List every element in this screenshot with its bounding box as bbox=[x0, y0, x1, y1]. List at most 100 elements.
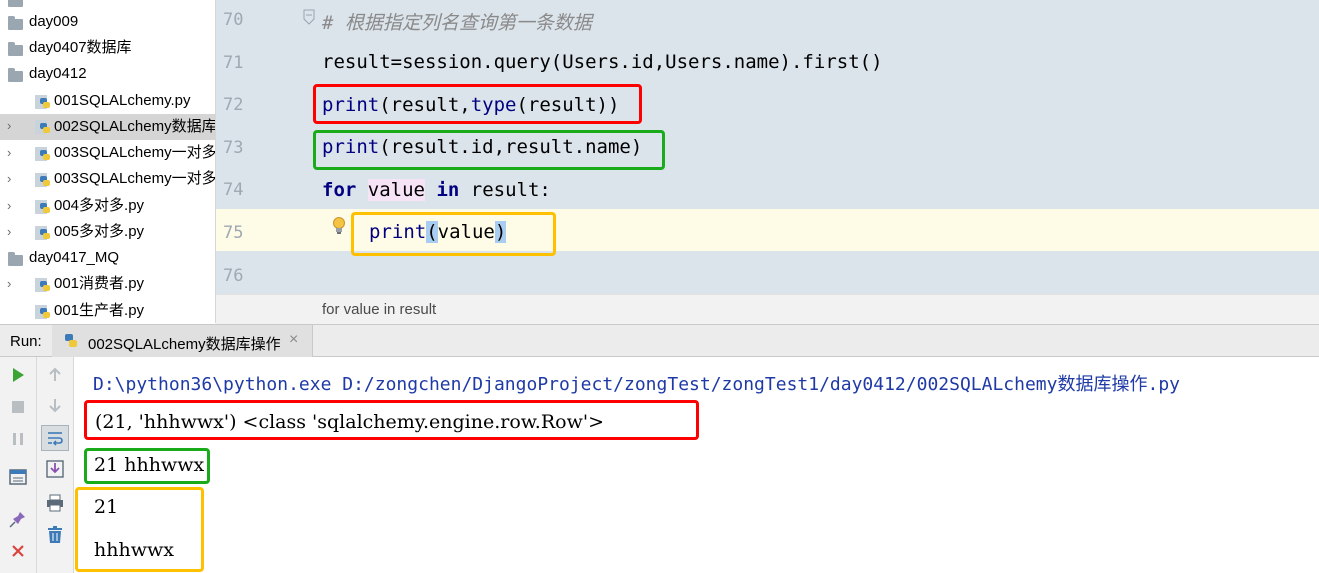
python-file-icon bbox=[35, 226, 50, 240]
python-file-icon bbox=[35, 278, 50, 292]
chevron-right-icon[interactable]: › bbox=[7, 199, 15, 212]
rerun-button[interactable] bbox=[6, 363, 30, 387]
arrow-up-icon bbox=[49, 367, 61, 381]
annotation-red-box bbox=[313, 84, 642, 124]
pin-button[interactable] bbox=[6, 507, 30, 531]
folder-icon bbox=[8, 252, 23, 266]
tree-item-label: 002SQLALchemy数据库 bbox=[54, 118, 216, 135]
annotation-green-box bbox=[313, 130, 665, 170]
run-toolbar-primary bbox=[0, 357, 37, 573]
tree-item-001-producer[interactable]: 001生产者.py bbox=[0, 299, 215, 323]
chevron-right-icon[interactable]: › bbox=[7, 119, 15, 132]
clear-all-button[interactable] bbox=[43, 523, 67, 547]
printer-icon bbox=[47, 494, 63, 512]
console-command-line: D:\python36\python.exe D:/zongchen/Djang… bbox=[93, 374, 1180, 395]
chevron-right-icon[interactable]: › bbox=[7, 172, 15, 185]
print-button[interactable] bbox=[43, 491, 67, 515]
python-file-icon bbox=[35, 147, 50, 161]
tree-item-label: 003SQLALchemy一对多 bbox=[54, 144, 216, 161]
tree-item-label: day0412 bbox=[29, 65, 87, 82]
run-tab-label: 002SQLALchemy数据库操作 bbox=[88, 336, 281, 353]
code-variable: value bbox=[367, 179, 425, 201]
tree-item-label: day009 bbox=[29, 13, 79, 30]
tree-item-label: 004多对多.py bbox=[54, 197, 145, 214]
pause-button[interactable] bbox=[6, 427, 30, 451]
tree-item-label: day0417_MQ bbox=[29, 249, 120, 266]
trash-icon bbox=[48, 526, 62, 543]
chevron-right-icon[interactable]: › bbox=[7, 225, 15, 238]
tree-item-005[interactable]: › 005多对多.py bbox=[0, 220, 215, 246]
folder-icon bbox=[8, 68, 23, 82]
tree-item-004[interactable]: › 004多对多.py bbox=[0, 194, 215, 220]
python-file-icon bbox=[35, 173, 50, 187]
layout-icon bbox=[9, 469, 27, 485]
project-tree: day009 day0407数据库 day0412 001SQLALchemy.… bbox=[0, 0, 216, 323]
tree-item-003sqlalchemy-b[interactable]: › 003SQLALchemy一对多 bbox=[0, 167, 215, 193]
tree-item-002sqlalchemy[interactable]: › 002SQLALchemy数据库 bbox=[0, 114, 215, 140]
tree-item-day009[interactable]: day009 bbox=[0, 10, 215, 36]
play-icon bbox=[13, 368, 24, 382]
breadcrumb[interactable]: for value in result bbox=[322, 301, 436, 318]
run-label: Run: bbox=[10, 333, 42, 350]
run-tab[interactable]: 002SQLALchemy数据库操作 × bbox=[52, 325, 313, 357]
tree-item-day0412[interactable]: day0412 bbox=[0, 62, 215, 88]
scroll-down-button[interactable] bbox=[43, 393, 67, 417]
tree-item-001sqlalchemy[interactable]: 001SQLALchemy.py bbox=[0, 89, 215, 115]
folder-icon bbox=[8, 42, 23, 56]
code-keyword: for bbox=[322, 179, 357, 201]
pin-icon bbox=[9, 512, 25, 528]
annotation-yellow-box bbox=[351, 212, 556, 256]
python-file-icon bbox=[35, 200, 50, 214]
tree-item-day0417[interactable]: day0417_MQ bbox=[0, 246, 215, 272]
folder-icon bbox=[8, 16, 23, 30]
scroll-to-end-icon bbox=[46, 460, 64, 478]
soft-wrap-button[interactable] bbox=[41, 425, 69, 451]
annotation-red-box bbox=[84, 400, 699, 440]
run-toolbar-secondary bbox=[37, 357, 74, 573]
soft-wrap-icon bbox=[48, 432, 63, 446]
tree-item-label: 003SQLALchemy一对多 bbox=[54, 170, 216, 187]
python-file-icon bbox=[35, 95, 50, 109]
close-run-button[interactable] bbox=[6, 539, 30, 563]
code-line-70[interactable]: # 根据指定列名查询第一条数据 bbox=[322, 8, 592, 35]
tree-item-label: 001生产者.py bbox=[54, 302, 145, 319]
scroll-to-end-button[interactable] bbox=[43, 457, 67, 481]
python-file-icon bbox=[35, 120, 50, 134]
tree-item-day0407[interactable]: day0407数据库 bbox=[0, 36, 215, 62]
chevron-right-icon[interactable]: › bbox=[7, 277, 15, 290]
fold-icon[interactable] bbox=[302, 9, 316, 25]
line-number: 74 bbox=[223, 180, 244, 200]
code-line-74[interactable]: for value in result: bbox=[322, 179, 551, 201]
python-run-icon bbox=[65, 334, 77, 347]
stop-icon bbox=[12, 401, 24, 413]
annotation-yellow-box bbox=[75, 487, 204, 572]
code-keyword: in bbox=[436, 179, 460, 201]
line-number: 75 bbox=[223, 223, 244, 243]
tree-item-label: 005多对多.py bbox=[54, 223, 145, 240]
lightbulb-icon[interactable] bbox=[331, 216, 347, 236]
run-tool-header: Run: 002SQLALchemy数据库操作 × bbox=[0, 324, 1319, 357]
tree-item-003sqlalchemy-a[interactable]: › 003SQLALchemy一对多 bbox=[0, 141, 215, 167]
close-icon bbox=[12, 545, 24, 557]
layout-button[interactable] bbox=[6, 465, 30, 489]
folder-icon bbox=[8, 0, 23, 7]
tree-item-label: 001消费者.py bbox=[54, 275, 145, 292]
line-number: 73 bbox=[223, 138, 244, 158]
python-file-icon bbox=[35, 305, 50, 319]
chevron-right-icon[interactable]: › bbox=[7, 146, 15, 159]
line-number: 72 bbox=[223, 95, 244, 115]
line-number: 71 bbox=[223, 53, 244, 73]
tree-item-label: day0407数据库 bbox=[29, 39, 132, 56]
code-text: result: bbox=[470, 179, 551, 201]
code-line-71[interactable]: result=session.query(Users.id,Users.name… bbox=[322, 51, 883, 73]
arrow-down-icon bbox=[49, 399, 61, 413]
annotation-green-box bbox=[84, 448, 210, 484]
breadcrumb-bar: for value in result bbox=[216, 294, 1319, 324]
line-number: 70 bbox=[223, 10, 244, 30]
tree-item-001-consumer[interactable]: › 001消费者.py bbox=[0, 272, 215, 298]
scroll-up-button[interactable] bbox=[43, 363, 67, 387]
tree-item-label: 001SQLALchemy.py bbox=[54, 92, 191, 109]
close-icon[interactable]: × bbox=[289, 331, 298, 349]
stop-button[interactable] bbox=[6, 395, 30, 419]
line-number: 76 bbox=[223, 266, 244, 286]
